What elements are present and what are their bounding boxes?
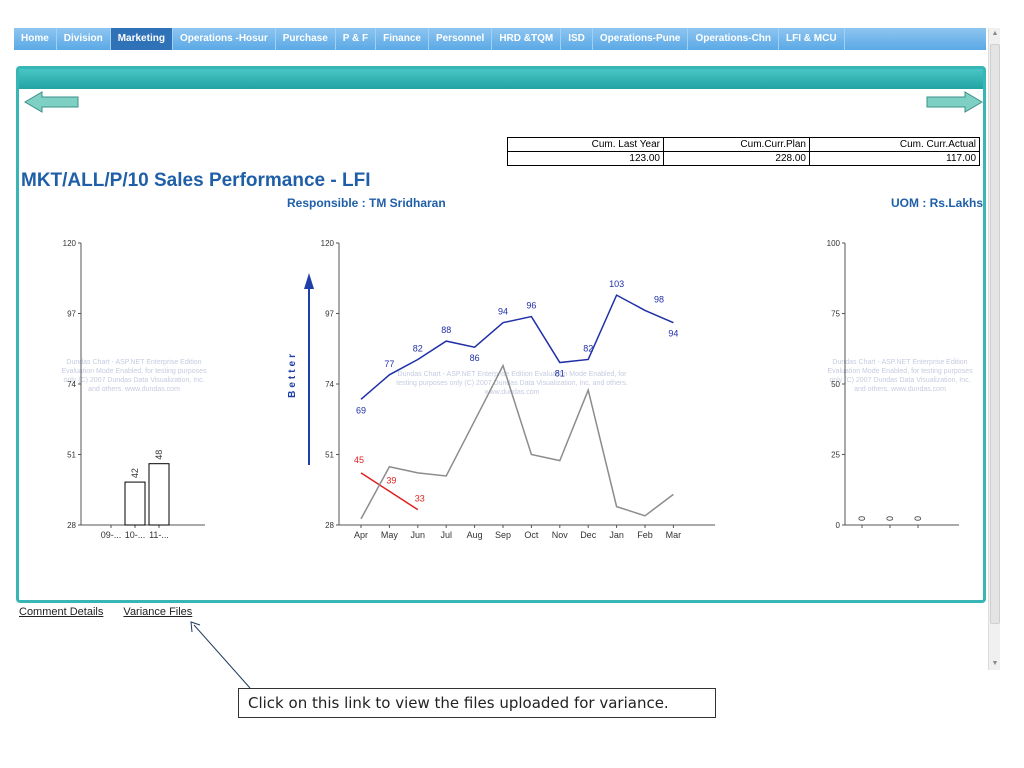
nav-tab-personnel[interactable]: Personnel [429,28,493,50]
y-tick-label: 28 [67,521,76,530]
x-tick-label: 09-... [101,530,122,540]
bar [148,463,170,526]
uom-label: UOM : Rs.Lakhs [890,196,983,210]
x-tick-label: 10-... [125,530,146,540]
summary-header-curr-actual: Cum. Curr.Actual [809,137,980,152]
next-arrow-icon[interactable] [925,91,983,113]
data-label: 82 [583,343,593,353]
y-tick-label: 120 [321,239,335,248]
y-tick-label: 51 [67,451,76,460]
data-label: 82 [413,343,423,353]
bar-data-label: 0 [857,516,867,521]
nav-tab-hrd-tqm[interactable]: HRD &TQM [492,28,562,50]
data-label: 77 [384,359,394,369]
y-tick-label: 120 [63,239,77,248]
x-tick-label: Feb [637,530,653,540]
responsible-label: Responsible : TM Sridharan [287,196,446,210]
x-tick-label: Mar [666,530,682,540]
data-label: 33 [415,494,425,504]
x-tick-label: 11-... [149,530,169,540]
nav-tab-isd[interactable]: ISD [561,28,593,50]
x-tick-label: Apr [354,530,368,540]
bar [124,481,146,526]
series-line [360,294,674,400]
y-tick-label: 97 [67,310,76,319]
better-arrow-icon [304,273,314,465]
summary-value-curr-actual: 117.00 [809,151,980,166]
y-tick-label: 97 [325,310,334,319]
data-label: 69 [356,405,366,415]
x-tick-label: Oct [524,530,539,540]
report-panel: Cum. Last Year Cum.Curr.Plan Cum. Curr.A… [16,66,986,603]
y-tick-label: 100 [827,239,841,248]
nav-tab-finance[interactable]: Finance [376,28,429,50]
scrollbar-thumb[interactable] [990,44,1000,624]
nav-tab-home[interactable]: Home [14,28,57,50]
ytd-bar-chart-right: 0 25 50 75 100 0 0 0 [827,239,959,530]
summary-value-curr-plan: 228.00 [663,151,810,166]
nav-tab-purchase[interactable]: Purchase [276,28,336,50]
y-tick-label: 74 [67,380,76,389]
x-tick-label: May [381,530,399,540]
data-label: 103 [609,279,624,289]
page-title: MKT/ALL/P/10 Sales Performance - LFI [21,170,371,191]
callout-box: Click on this link to view the files upl… [238,688,716,718]
y-tick-label: 25 [831,451,840,460]
nav-tab-operations-chn[interactable]: Operations-Chn [688,28,780,50]
bar-data-label: 0 [885,516,895,521]
x-tick-label: Jun [411,530,426,540]
y-tick-label: 51 [325,451,334,460]
data-label: 96 [526,301,536,311]
summary-header-last-year: Cum. Last Year [507,137,664,152]
series-line [360,363,674,520]
variance-files-link[interactable]: Variance Files [123,606,192,618]
summary-value-last-year: 123.00 [507,151,664,166]
panel-header [19,69,983,89]
x-tick-label: Nov [552,530,569,540]
bar-data-label: 42 [130,468,140,478]
data-label: 45 [354,455,364,465]
monthly-line-chart: 28 51 74 97 120 Apr May Jun Jul Aug Sep Oct Nov Dec Ja… [321,239,715,540]
y-tick-label: 28 [325,521,334,530]
nav-tab-p-f[interactable]: P & F [336,28,377,50]
x-tick-label: Jan [609,530,624,540]
top-nav: Home Division Marketing Operations -Hosur Pu… [14,28,986,50]
summary-table: Cum. Last Year Cum.Curr.Plan Cum. Curr.A… [507,137,980,166]
x-tick-label: Sep [495,530,511,540]
vertical-scrollbar[interactable]: ▲ ▼ [988,28,1000,670]
scroll-down-icon[interactable]: ▼ [989,658,1001,670]
nav-tab-marketing[interactable]: Marketing [110,28,173,50]
y-tick-label: 50 [831,380,840,389]
summary-header-curr-plan: Cum.Curr.Plan [663,137,810,152]
y-tick-label: 75 [831,310,840,319]
y-tick-label: 0 [836,521,841,530]
data-label: 86 [470,353,480,363]
scroll-up-icon[interactable]: ▲ [989,28,1001,40]
data-label: 94 [668,329,678,339]
data-label: 98 [654,294,664,304]
data-label: 39 [386,475,396,485]
data-label: 81 [555,369,565,379]
ytd-bar-chart-left: 28 51 74 97 120 09-... 10-... 42 11-... 48 [63,239,205,540]
nav-tab-lfi-mcu[interactable]: LFI & MCU [779,28,845,50]
nav-tab-operations-pune[interactable]: Operations-Pune [593,28,689,50]
bar-data-label: 0 [913,516,923,521]
data-label: 88 [441,325,451,335]
x-tick-label: Aug [467,530,483,540]
x-tick-label: Dec [580,530,597,540]
better-label: Better [287,351,298,398]
nav-tab-operations-hosur[interactable]: Operations -Hosur [173,28,276,50]
page: Home Division Marketing Operations -Hosur Pu… [0,0,1024,768]
comment-details-link[interactable]: Comment Details [19,606,103,618]
previous-arrow-icon[interactable] [24,91,80,113]
bar-data-label: 48 [154,450,164,460]
x-tick-label: Jul [440,530,452,540]
footer-links: Comment Details Variance Files [19,606,209,618]
nav-tab-division[interactable]: Division [57,28,111,50]
data-label: 94 [498,307,508,317]
y-tick-label: 74 [325,380,334,389]
